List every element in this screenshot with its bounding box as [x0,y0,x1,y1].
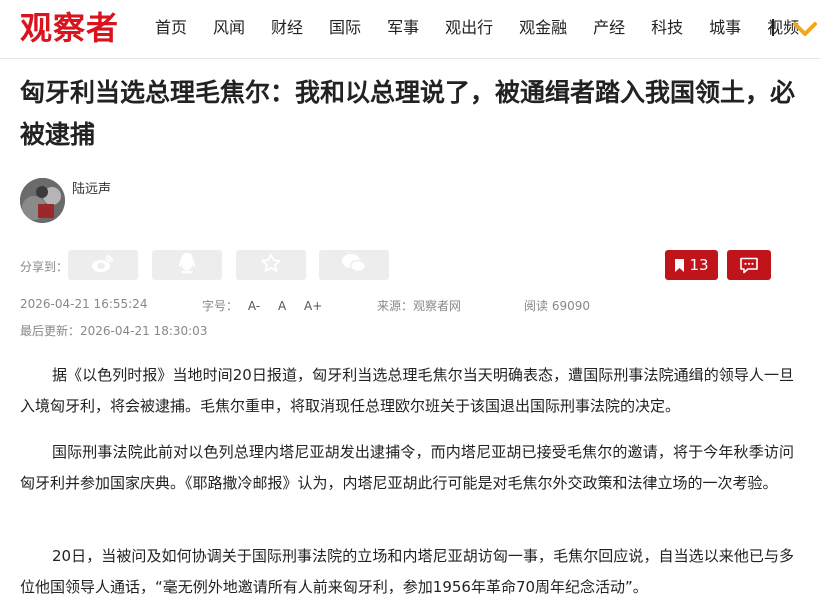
comment-icon [739,257,759,274]
share-label: 分享到： [20,260,69,274]
article-title: 匈牙利当选总理毛焦尔：我和以总理说了，被通缉者踏入我国领土，必被逮捕 [20,78,796,149]
nav-item-city[interactable]: 城事 [709,17,741,39]
publish-time: 2026-04-21 16:55:24 [20,297,148,311]
share-qq-button[interactable] [152,250,222,280]
font-size-small-button[interactable]: A- [248,299,260,313]
share-favorite-button[interactable] [236,250,306,280]
article-paragraph: 20日，当被问及如何协调关于国际刑事法院的立场和内塔尼亚胡访匈一事，毛焦尔回应说… [20,547,794,596]
nav-item-fintech[interactable]: 观金融 [519,17,567,39]
nav-item-international[interactable]: 国际 [329,17,361,39]
font-size-label: 字号： [202,299,239,313]
header-divider [0,58,820,59]
chevron-down-icon[interactable] [792,20,818,38]
bookmark-count: 13 [689,256,709,274]
font-size-control: 字号： A- A A+ [202,297,322,314]
bookmark-button[interactable]: 13 [665,250,718,280]
bookmark-icon [674,258,685,273]
site-logo[interactable]: 观察者 [20,8,119,48]
nav-item-industry[interactable]: 产经 [593,17,625,39]
wechat-icon [341,253,367,277]
weibo-icon [91,253,115,277]
article-paragraph: 据《以色列时报》当地时间20日报道，匈牙利当选总理毛焦尔当天明确表态，遭国际刑事… [20,366,794,415]
star-icon [261,253,281,277]
nav-item-home[interactable]: 首页 [155,17,187,39]
nav-item-finance[interactable]: 财经 [271,17,303,39]
nav-item-military[interactable]: 军事 [387,17,419,39]
qq-icon [177,252,197,278]
nav-separator [772,19,774,36]
nav-item-fengwen[interactable]: 风闻 [213,17,245,39]
article-source: 来源：观察者网 [377,299,462,313]
avatar[interactable] [20,178,65,223]
main-nav: 首页 风闻 财经 国际 军事 观出行 观金融 产经 科技 城事 视频 [155,17,820,39]
comment-button[interactable] [727,250,771,280]
font-size-large-button[interactable]: A+ [304,299,322,313]
nav-item-travel[interactable]: 观出行 [445,17,493,39]
font-size-normal-button[interactable]: A [278,299,286,313]
last-updated: 最后更新：2026-04-21 18:30:03 [20,324,208,338]
article-paragraph: 国际刑事法院此前对以色列总理内塔尼亚胡发出逮捕令，而内塔尼亚胡已接受毛焦尔的邀请… [20,443,794,492]
share-wechat-button[interactable] [319,250,389,280]
nav-item-tech[interactable]: 科技 [651,17,683,39]
share-weibo-button[interactable] [68,250,138,280]
read-count: 阅读 69090 [524,299,590,313]
author-name[interactable]: 陆远声 [72,178,111,197]
